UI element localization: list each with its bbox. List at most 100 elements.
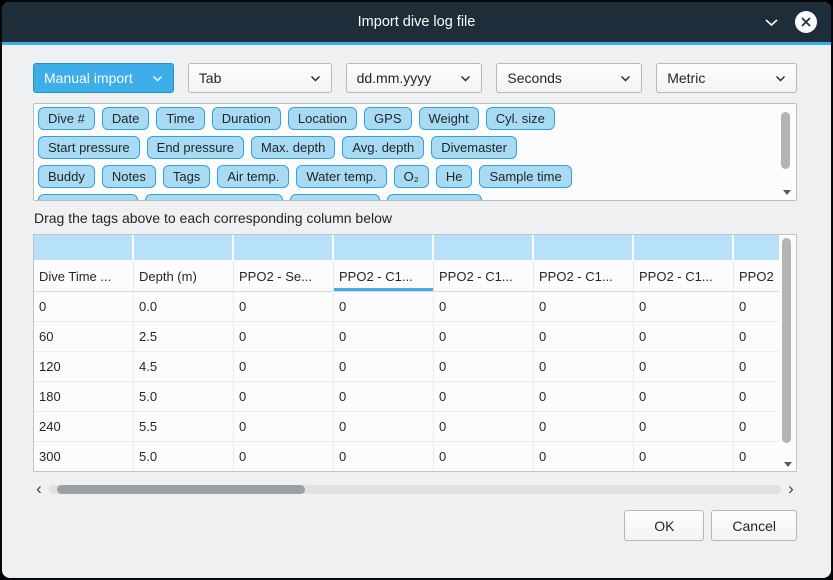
tag-area: Dive # Date Time Duration Location GPS Weight C… xyxy=(33,103,797,201)
drop-target-cell[interactable] xyxy=(534,235,634,260)
tag-gps[interactable]: GPS xyxy=(364,107,411,130)
table-cell: 0 xyxy=(334,322,434,351)
column-header[interactable]: PPO2 - C1... xyxy=(434,262,534,291)
tag-air-temp[interactable]: Air temp. xyxy=(217,165,289,188)
drop-target-cell[interactable] xyxy=(634,235,734,260)
tag-sample-time[interactable]: Sample time xyxy=(479,165,571,188)
table-vscrollbar[interactable] xyxy=(780,236,795,470)
table-row: 2405.5000000 xyxy=(34,412,779,442)
table-cell: 0 xyxy=(734,442,779,471)
combo-value: Metric xyxy=(667,70,705,86)
table-cell: 0 xyxy=(434,292,534,321)
tag-location[interactable]: Location xyxy=(288,107,357,130)
tag-max-depth[interactable]: Max. depth xyxy=(251,136,335,159)
tag-end-pressure[interactable]: End pressure xyxy=(147,136,244,159)
tag-time[interactable]: Time xyxy=(156,107,204,130)
table-cell: 0 xyxy=(34,292,134,321)
combo-field-separator[interactable]: Tab xyxy=(188,63,332,93)
tag-water-temp[interactable]: Water temp. xyxy=(296,165,386,188)
table-cell: 0 xyxy=(534,292,634,321)
column-header[interactable]: Depth (m) xyxy=(134,262,234,291)
table-cell: 0 xyxy=(234,322,334,351)
combo-date-format[interactable]: dd.mm.yyyy xyxy=(346,63,483,93)
tag-tags[interactable]: Tags xyxy=(163,165,210,188)
combo-import-mode[interactable]: Manual import xyxy=(33,63,174,93)
table-cell: 0 xyxy=(234,442,334,471)
table-cell: 0 xyxy=(534,442,634,471)
scroll-right-arrow-icon[interactable]: › xyxy=(785,482,797,496)
tag-date[interactable]: Date xyxy=(102,107,149,130)
table-cell: 0 xyxy=(534,382,634,411)
titlebar[interactable]: Import dive log file xyxy=(2,2,831,42)
chevron-down-icon[interactable] xyxy=(764,18,779,27)
close-button[interactable] xyxy=(795,11,817,33)
drop-target-cell[interactable] xyxy=(734,235,779,260)
tag-duration[interactable]: Duration xyxy=(212,107,281,130)
column-header[interactable]: PPO2 - Se... xyxy=(234,262,334,291)
table-cell: 0 xyxy=(434,322,534,351)
tag-avg-depth[interactable]: Avg. depth xyxy=(342,136,424,159)
column-header[interactable]: PPO2 - C1... xyxy=(534,262,634,291)
table-cell: 0 xyxy=(734,412,779,441)
scrollbar-thumb[interactable] xyxy=(781,112,790,169)
tag-he[interactable]: He xyxy=(436,165,473,188)
drop-target-cell[interactable] xyxy=(434,235,534,260)
tag-divemaster[interactable]: Divemaster xyxy=(431,136,517,159)
table-cell: 0 xyxy=(634,292,734,321)
scroll-down-arrow-icon[interactable] xyxy=(784,462,792,467)
scroll-left-arrow-icon[interactable]: ‹ xyxy=(33,482,45,496)
table-hscrollbar[interactable]: ‹ › xyxy=(33,481,797,497)
ok-button[interactable]: OK xyxy=(624,510,704,541)
tag-cyl-size[interactable]: Cyl. size xyxy=(486,107,555,130)
tag-rows: Dive # Date Time Duration Location GPS Weight C… xyxy=(38,107,776,200)
drop-target-cell[interactable] xyxy=(334,235,434,260)
column-header[interactable]: PPO2 xyxy=(734,262,779,291)
combo-value: Tab xyxy=(199,70,222,86)
table-cell: 5.5 xyxy=(134,412,234,441)
dialog-content: Manual importTabdd.mm.yyyySecondsMetric … xyxy=(2,45,831,541)
tag-dive[interactable]: Dive # xyxy=(38,107,95,130)
drop-target-cell[interactable] xyxy=(134,235,234,260)
hscroll-track[interactable] xyxy=(49,485,781,494)
tag-buddy[interactable]: Buddy xyxy=(38,165,95,188)
tag-sample-cns[interactable]: Sample CNS xyxy=(387,194,482,200)
column-header[interactable]: PPO2 - C1... xyxy=(634,262,734,291)
import-dialog: Import dive log file Manual import Tab dd.… xyxy=(0,0,833,580)
table-cell: 180 xyxy=(34,382,134,411)
tag-sample-po[interactable]: Sample pO₂ xyxy=(290,194,380,200)
import-preview-table: Dive Time ...Depth (m)PPO2 - Se...PPO2 -… xyxy=(33,234,797,472)
instruction-label: Drag the tags above to each correspondin… xyxy=(34,210,796,226)
table-cell: 0 xyxy=(634,382,734,411)
tag-start-pressure[interactable]: Start pressure xyxy=(38,136,140,159)
table-cell: 0 xyxy=(234,352,334,381)
column-header[interactable]: Dive Time ... xyxy=(34,262,134,291)
tag-sample-temperature[interactable]: Sample temperature xyxy=(145,194,283,200)
tag-sample-depth[interactable]: Sample depth xyxy=(38,194,138,200)
cancel-button[interactable]: Cancel xyxy=(711,510,797,541)
table-cell: 0 xyxy=(634,352,734,381)
table-cell: 0 xyxy=(434,382,534,411)
scroll-down-arrow-icon[interactable] xyxy=(783,190,791,195)
table-cell: 0 xyxy=(334,382,434,411)
tag-row: Sample depth Sample temperature Sample pO₂… xyxy=(38,194,776,200)
table-cell: 0 xyxy=(634,442,734,471)
column-header[interactable]: PPO2 - C1... xyxy=(334,262,434,291)
table-row: 3005.0000000 xyxy=(34,442,779,471)
hscroll-thumb[interactable] xyxy=(57,485,305,494)
tag-row: Buddy Notes Tags Air temp. Water temp. O₂ He Sa… xyxy=(38,165,776,188)
table-cell: 60 xyxy=(34,322,134,351)
drop-target-cell[interactable] xyxy=(34,235,134,260)
table-cell: 0 xyxy=(534,412,634,441)
table-cell: 0 xyxy=(234,412,334,441)
tag-o[interactable]: O₂ xyxy=(394,165,429,188)
combo-units[interactable]: Metric xyxy=(656,63,797,93)
table-cell: 0 xyxy=(234,292,334,321)
combo-value: dd.mm.yyyy xyxy=(357,70,432,86)
tag-weight[interactable]: Weight xyxy=(419,107,479,130)
combo-duration-format[interactable]: Seconds xyxy=(496,63,642,93)
tag-row: Dive # Date Time Duration Location GPS Weight C… xyxy=(38,107,776,130)
tag-scrollbar[interactable] xyxy=(779,106,794,198)
tag-notes[interactable]: Notes xyxy=(102,165,156,188)
drop-target-cell[interactable] xyxy=(234,235,334,260)
scrollbar-thumb[interactable] xyxy=(782,238,791,443)
